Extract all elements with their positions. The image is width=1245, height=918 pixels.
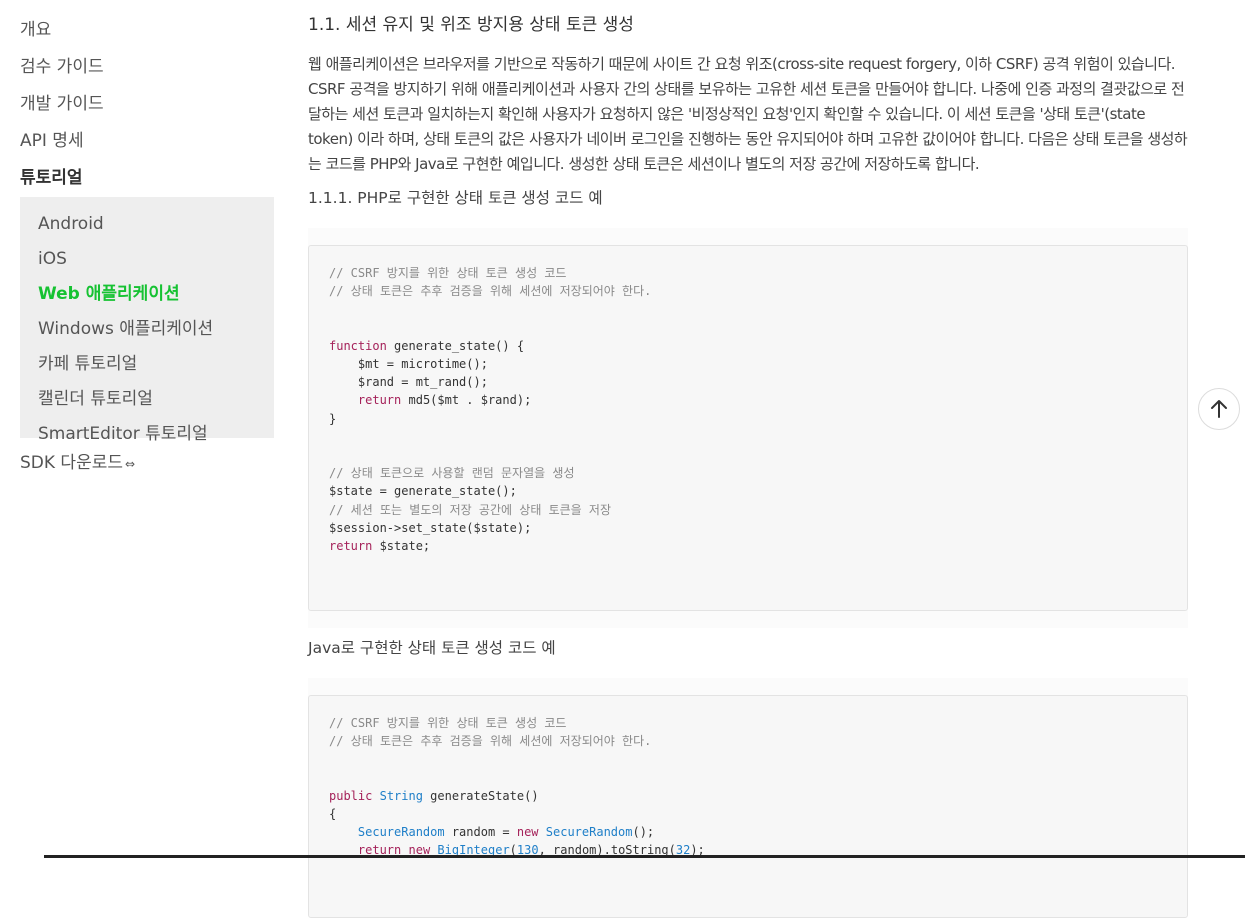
nav-item-review-guide[interactable]: 검수 가이드 [20, 49, 274, 86]
nav-item-dev-guide[interactable]: 개발 가이드 [20, 86, 274, 123]
java-example-title: Java로 구현한 상태 토큰 생성 코드 예 [308, 639, 556, 657]
sidebar-nav: 개요 검수 가이드 개발 가이드 API 명세 튜토리얼 Android iOS… [20, 12, 274, 482]
sdk-download-label: SDK 다운로드 [20, 453, 123, 473]
php-example-title: 1.1.1. PHP로 구현한 상태 토큰 생성 코드 예 [308, 189, 603, 207]
subnav-item-web-app[interactable]: Web 애플리케이션 [20, 277, 274, 312]
java-code[interactable]: // CSRF 방지를 위한 상태 토큰 생성 코드 // 상태 토큰은 추후 … [309, 696, 1187, 878]
subnav-item-ios[interactable]: iOS [20, 242, 274, 277]
section-title: 1.1. 세션 유지 및 위조 방지용 상태 토큰 생성 [308, 15, 634, 35]
section-description: 웹 애플리케이션은 브라우저를 기반으로 작동하기 때문에 사이트 간 요청 위… [308, 55, 1188, 173]
arrow-up-icon [1211, 400, 1227, 418]
tutorial-submenu: Android iOS Web 애플리케이션 Windows 애플리케이션 카페… [20, 197, 274, 444]
nav-item-api-spec[interactable]: API 명세 [20, 123, 274, 160]
subnav-item-calendar[interactable]: 캘린더 튜토리얼 [20, 382, 274, 417]
nav-item-overview[interactable]: 개요 [20, 12, 274, 49]
java-code-block: // CSRF 방지를 위한 상태 토큰 생성 코드 // 상태 토큰은 추후 … [308, 678, 1188, 918]
subnav-item-android[interactable]: Android [20, 207, 274, 242]
php-code-block: // CSRF 방지를 위한 상태 토큰 생성 코드 // 상태 토큰은 추후 … [308, 228, 1188, 628]
external-link-icon: ⇔ [125, 457, 136, 471]
nav-item-tutorial[interactable]: 튜토리얼 [20, 160, 274, 197]
php-code[interactable]: // CSRF 방지를 위한 상태 토큰 생성 코드 // 상태 토큰은 추후 … [309, 246, 1187, 573]
subnav-item-windows-app[interactable]: Windows 애플리케이션 [20, 312, 274, 347]
scroll-to-top-button[interactable] [1198, 388, 1240, 430]
subnav-item-cafe[interactable]: 카페 튜토리얼 [20, 347, 274, 382]
